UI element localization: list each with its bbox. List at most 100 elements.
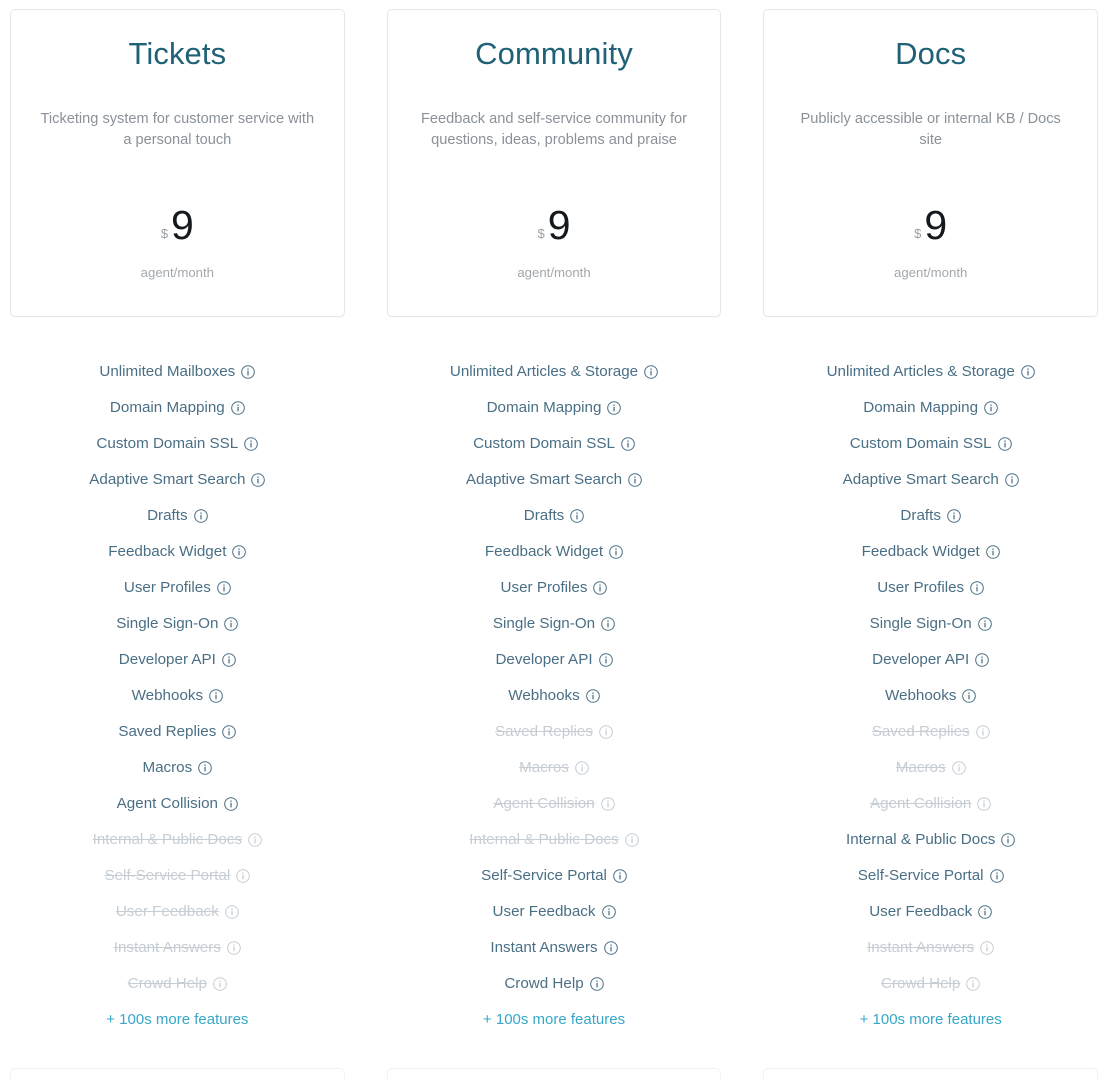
info-circle-icon[interactable] xyxy=(585,689,600,703)
feature-item: Crowd Help xyxy=(881,965,981,1001)
info-circle-icon[interactable] xyxy=(230,401,245,415)
info-circle-icon[interactable] xyxy=(984,401,998,415)
info-circle-icon[interactable] xyxy=(609,545,623,559)
feature-item: Macros xyxy=(896,749,966,785)
info-circle-icon[interactable] xyxy=(198,761,213,775)
info-circle-icon[interactable] xyxy=(222,725,237,739)
plan-description: Publicly accessible or internal KB / Doc… xyxy=(800,110,1061,148)
info-circle-icon[interactable] xyxy=(224,797,238,811)
info-circle-icon[interactable] xyxy=(951,761,966,775)
info-circle-icon[interactable] xyxy=(975,725,990,739)
info-circle-icon[interactable] xyxy=(978,905,992,919)
plan-card-community[interactable]: Community Feedback and self-service commu… xyxy=(386,9,722,317)
plan-title: Community xyxy=(475,36,633,71)
next-plan-card[interactable] xyxy=(386,1068,722,1079)
info-circle-icon[interactable] xyxy=(599,725,613,739)
info-circle-icon[interactable] xyxy=(603,941,618,955)
plan-card-tickets[interactable]: Tickets Ticketing system for customer ser… xyxy=(10,9,345,317)
plan-price: $9 xyxy=(537,205,570,246)
info-circle-icon[interactable] xyxy=(251,473,266,487)
info-circle-icon[interactable] xyxy=(213,977,227,991)
more-features-link[interactable]: + 100s more features xyxy=(860,1011,1002,1028)
info-circle-icon[interactable] xyxy=(644,365,658,379)
feature-item: Webhooks xyxy=(508,677,600,713)
feature-item: User Feedback xyxy=(493,893,616,929)
feature-label: Custom Domain SSL xyxy=(473,434,615,452)
feature-item: Domain Mapping xyxy=(110,389,245,425)
info-circle-icon[interactable] xyxy=(575,761,589,775)
more-features-link[interactable]: + 100s more features xyxy=(483,1011,625,1028)
feature-label: Instant Answers xyxy=(113,938,221,956)
feature-item: Unlimited Articles & Storage xyxy=(450,353,658,389)
info-circle-icon[interactable] xyxy=(1001,833,1016,847)
info-circle-icon[interactable] xyxy=(977,797,992,811)
info-circle-icon[interactable] xyxy=(224,617,239,631)
price-period: agent/month xyxy=(517,265,591,280)
info-circle-icon[interactable] xyxy=(1020,365,1035,379)
info-circle-icon[interactable] xyxy=(628,473,642,487)
info-circle-icon[interactable] xyxy=(962,689,977,703)
info-circle-icon[interactable] xyxy=(589,977,604,991)
info-circle-icon[interactable] xyxy=(598,653,613,667)
feature-column-community: Unlimited Articles & Storage Domain Mappi… xyxy=(387,353,722,1028)
info-circle-icon[interactable] xyxy=(193,509,208,523)
feature-item: Domain Mapping xyxy=(487,389,622,425)
feature-label: Feedback Widget xyxy=(861,542,980,560)
feature-label: Self-Service Portal xyxy=(104,866,231,884)
info-circle-icon[interactable] xyxy=(216,581,231,595)
feature-label: Developer API xyxy=(118,650,216,668)
plan-title: Docs xyxy=(895,36,967,71)
feature-item: Self-Service Portal xyxy=(858,857,1004,893)
info-circle-icon[interactable] xyxy=(947,509,961,523)
feature-label: Agent Collision xyxy=(493,794,595,812)
feature-item: Self-Service Portal xyxy=(481,857,627,893)
feature-item: Macros xyxy=(142,749,213,785)
info-circle-icon[interactable] xyxy=(601,905,616,919)
info-circle-icon[interactable] xyxy=(236,869,251,883)
info-circle-icon[interactable] xyxy=(222,653,236,667)
next-plan-card[interactable] xyxy=(10,1068,345,1079)
info-circle-icon[interactable] xyxy=(248,833,262,847)
feature-label: Domain Mapping xyxy=(486,398,602,416)
feature-item: Self-Service Portal xyxy=(104,857,251,893)
price-currency: $ xyxy=(160,226,169,241)
feature-item: Instant Answers xyxy=(114,929,241,965)
next-plan-card[interactable] xyxy=(763,1068,1099,1079)
info-circle-icon[interactable] xyxy=(570,509,585,523)
info-circle-icon[interactable] xyxy=(209,689,223,703)
info-circle-icon[interactable] xyxy=(241,365,256,379)
feature-item: User Profiles xyxy=(877,569,984,605)
feature-item: Single Sign-On xyxy=(870,605,992,641)
info-circle-icon[interactable] xyxy=(997,437,1012,451)
plan-card-docs[interactable]: Docs Publicly accessible or internal KB /… xyxy=(763,9,1099,317)
info-circle-icon[interactable] xyxy=(613,869,627,883)
info-circle-icon[interactable] xyxy=(600,797,615,811)
info-circle-icon[interactable] xyxy=(985,545,1000,559)
info-circle-icon[interactable] xyxy=(980,941,995,955)
info-circle-icon[interactable] xyxy=(966,977,981,991)
info-circle-icon[interactable] xyxy=(227,941,241,955)
feature-label: Single Sign-On xyxy=(116,614,219,632)
info-circle-icon[interactable] xyxy=(607,401,622,415)
feature-label: Drafts xyxy=(900,506,941,524)
feature-label: Internal & Public Docs xyxy=(469,830,619,848)
info-circle-icon[interactable] xyxy=(1004,473,1019,487)
feature-item: Developer API xyxy=(119,641,236,677)
info-circle-icon[interactable] xyxy=(244,437,259,451)
info-circle-icon[interactable] xyxy=(970,581,984,595)
pricing-comparison-page: Tickets Ticketing system for customer ser… xyxy=(0,0,1108,1079)
info-circle-icon[interactable] xyxy=(621,437,635,451)
info-circle-icon[interactable] xyxy=(232,545,247,559)
more-features-link[interactable]: + 100s more features xyxy=(106,1011,248,1028)
info-circle-icon[interactable] xyxy=(225,905,239,919)
feature-label: Adaptive Smart Search xyxy=(465,470,623,488)
info-circle-icon[interactable] xyxy=(593,581,608,595)
feature-label: Saved Replies xyxy=(871,722,970,740)
feature-item: Crowd Help xyxy=(504,965,604,1001)
info-circle-icon[interactable] xyxy=(601,617,615,631)
feature-item: Drafts xyxy=(147,497,208,533)
info-circle-icon[interactable] xyxy=(977,617,992,631)
info-circle-icon[interactable] xyxy=(975,653,990,667)
info-circle-icon[interactable] xyxy=(989,869,1004,883)
info-circle-icon[interactable] xyxy=(624,833,639,847)
